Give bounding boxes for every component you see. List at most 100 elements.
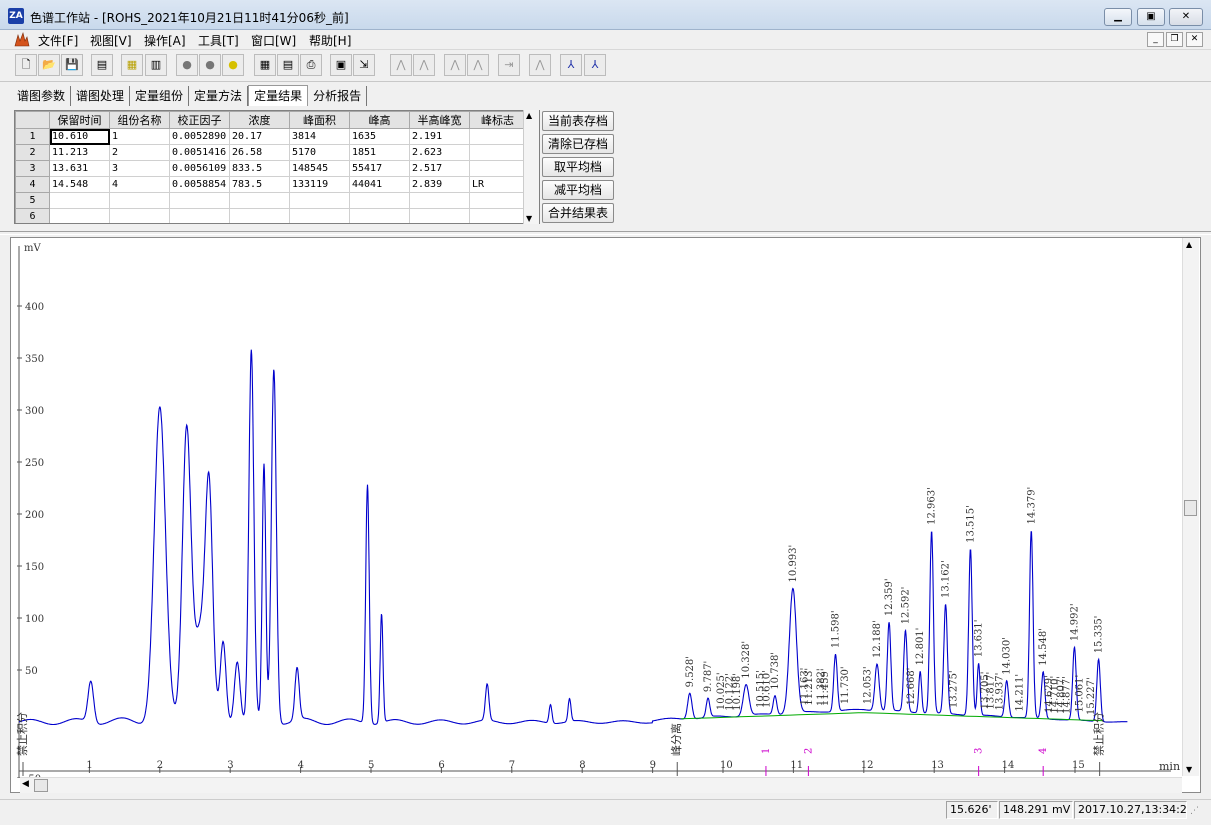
column-header[interactable]: 组份名称 (109, 111, 170, 129)
table-cell[interactable]: 10.610 (49, 128, 110, 145)
row-header[interactable]: 6 (15, 208, 50, 223)
zero-signal-icon[interactable]: ● (222, 54, 244, 76)
table-cell[interactable] (349, 208, 410, 223)
tab-quant-method[interactable]: 定量方法 (189, 86, 249, 106)
scroll-up-icon[interactable]: ▲ (1186, 240, 1192, 249)
open-folder-icon[interactable]: 📂 (38, 54, 60, 76)
merge-results-button[interactable]: 合并结果表 (542, 203, 614, 223)
table-cell[interactable]: 0.0058854 (169, 176, 230, 193)
scroll-left-icon[interactable]: ◀ (22, 779, 29, 789)
menu-file[interactable]: 文件[F] (38, 32, 78, 49)
zoom-out-chart-icon[interactable]: ⋀ (413, 54, 435, 76)
row-header[interactable]: 2 (15, 144, 50, 161)
start-acquire-icon[interactable]: ● (176, 54, 198, 76)
table-cell[interactable] (469, 144, 526, 161)
row-header[interactable]: 3 (15, 160, 50, 177)
save-icon[interactable]: 💾 (61, 54, 83, 76)
table-row[interactable]: 2 11.213 2 0.0051416 26.58 5170 1851 2.623 (15, 144, 526, 161)
table-cell[interactable]: 0.0051416 (169, 144, 230, 161)
scroll-down-icon[interactable]: ▼ (526, 214, 532, 223)
zoom-in-chart-icon[interactable]: ⋀ (390, 54, 412, 76)
table-cell[interactable]: 1635 (349, 128, 410, 145)
table-cell[interactable] (49, 208, 110, 223)
chart-vertical-scrollbar[interactable]: ▲ ▼ (1182, 238, 1199, 776)
table-cell[interactable]: 0.0056109 (169, 160, 230, 177)
table-cell[interactable] (289, 208, 350, 223)
table-cell[interactable]: 13.631 (49, 160, 110, 177)
table-cell[interactable]: 1851 (349, 144, 410, 161)
table-cell[interactable]: 148545 (289, 160, 350, 177)
table-cell[interactable]: 2 (109, 144, 170, 161)
table-cell[interactable]: 44041 (349, 176, 410, 193)
stop-acquire-icon[interactable]: ● (199, 54, 221, 76)
menu-operate[interactable]: 操作[A] (144, 32, 186, 49)
table-cell[interactable] (409, 192, 470, 209)
column-header[interactable]: 峰面积 (289, 111, 350, 129)
menu-window[interactable]: 窗口[W] (251, 32, 296, 49)
table-cell[interactable]: 3 (109, 160, 170, 177)
table-cell[interactable]: 26.58 (229, 144, 290, 161)
column-header[interactable]: 半高峰宽 (409, 111, 470, 129)
table-cell[interactable] (409, 208, 470, 223)
column-header[interactable]: 峰标志 (469, 111, 526, 129)
row-header[interactable]: 4 (15, 176, 50, 193)
auto-integrate-icon[interactable]: ⋀ (529, 54, 551, 76)
table-cell[interactable]: 3814 (289, 128, 350, 145)
menu-tools[interactable]: 工具[T] (198, 32, 239, 49)
table-cell[interactable]: 1 (109, 128, 170, 145)
table-row[interactable]: 4 14.548 4 0.0058854 783.5 133119 44041 2.839 LR (15, 176, 526, 193)
calendar-icon[interactable]: ▣ (330, 54, 352, 76)
export-icon[interactable]: ⇲ (353, 54, 375, 76)
save-current-table-button[interactable]: 当前表存档 (542, 111, 614, 131)
table-cell[interactable]: 2.517 (409, 160, 470, 177)
take-average-button[interactable]: 取平均档 (542, 157, 614, 177)
chart-horizontal-scrollbar[interactable]: ◀ (20, 777, 1182, 793)
column-header[interactable]: 浓度 (229, 111, 290, 129)
column-header[interactable]: 保留时间 (49, 111, 110, 129)
table-cell[interactable] (289, 192, 350, 209)
table-scrollbar[interactable]: ▲ ▼ (523, 110, 539, 224)
splitter[interactable] (0, 231, 1211, 235)
close-button[interactable]: ✕ (1169, 8, 1203, 26)
clear-saved-button[interactable]: 清除已存档 (542, 134, 614, 154)
print-preview-icon[interactable]: ▤ (277, 54, 299, 76)
scroll-up-icon[interactable]: ▲ (526, 111, 532, 120)
table-row[interactable]: 6 (15, 208, 526, 223)
table-cell[interactable]: 55417 (349, 160, 410, 177)
scroll-thumb[interactable] (34, 779, 48, 792)
column-header[interactable]: 峰高 (349, 111, 410, 129)
table-row[interactable]: 1 10.610 1 0.0052890 20.17 3814 1635 2.191 (15, 128, 526, 145)
table-cell[interactable] (49, 192, 110, 209)
tab-chart-params[interactable]: 谱图参数 (12, 86, 72, 106)
maximize-button[interactable]: ▣ (1137, 8, 1165, 26)
shift-chart-icon[interactable]: ⇥ (498, 54, 520, 76)
compare-chart-icon[interactable]: ⋀ (467, 54, 489, 76)
calculator-icon[interactable]: ▦ (254, 54, 276, 76)
subtract-average-button[interactable]: 减平均档 (542, 180, 614, 200)
table-cell[interactable]: 4 (109, 176, 170, 193)
table-cell[interactable]: 2.191 (409, 128, 470, 145)
table-cell[interactable]: 20.17 (229, 128, 290, 145)
column-header[interactable]: 校正因子 (169, 111, 230, 129)
row-header[interactable]: 1 (15, 128, 50, 145)
table-cell[interactable] (109, 208, 170, 223)
tab-quant-results[interactable]: 定量结果 (248, 85, 309, 106)
table-cell[interactable]: 5170 (289, 144, 350, 161)
mdi-minimize-button[interactable]: _ (1147, 32, 1164, 47)
peak-identify-icon[interactable]: ⅄ (584, 54, 606, 76)
table-cell[interactable]: 11.213 (49, 144, 110, 161)
table-cell[interactable] (109, 192, 170, 209)
chromatogram-chart[interactable]: mVmin-5050100150200250300350400123456789… (11, 238, 1182, 785)
table-cell[interactable] (469, 192, 526, 209)
menu-help[interactable]: 帮助[H] (309, 32, 351, 49)
print-icon[interactable]: ⎙ (300, 54, 322, 76)
tab-analysis-report[interactable]: 分析报告 (308, 86, 368, 106)
table-cell[interactable] (229, 208, 290, 223)
table-cell[interactable]: 0.0052890 (169, 128, 230, 145)
table-cell[interactable] (229, 192, 290, 209)
table-cell[interactable] (349, 192, 410, 209)
mdi-restore-button[interactable]: ❐ (1166, 32, 1183, 47)
tab-quant-components[interactable]: 定量组份 (130, 86, 190, 106)
table-cell[interactable]: LR (469, 176, 526, 193)
tab-chart-processing[interactable]: 谱图处理 (71, 86, 131, 106)
